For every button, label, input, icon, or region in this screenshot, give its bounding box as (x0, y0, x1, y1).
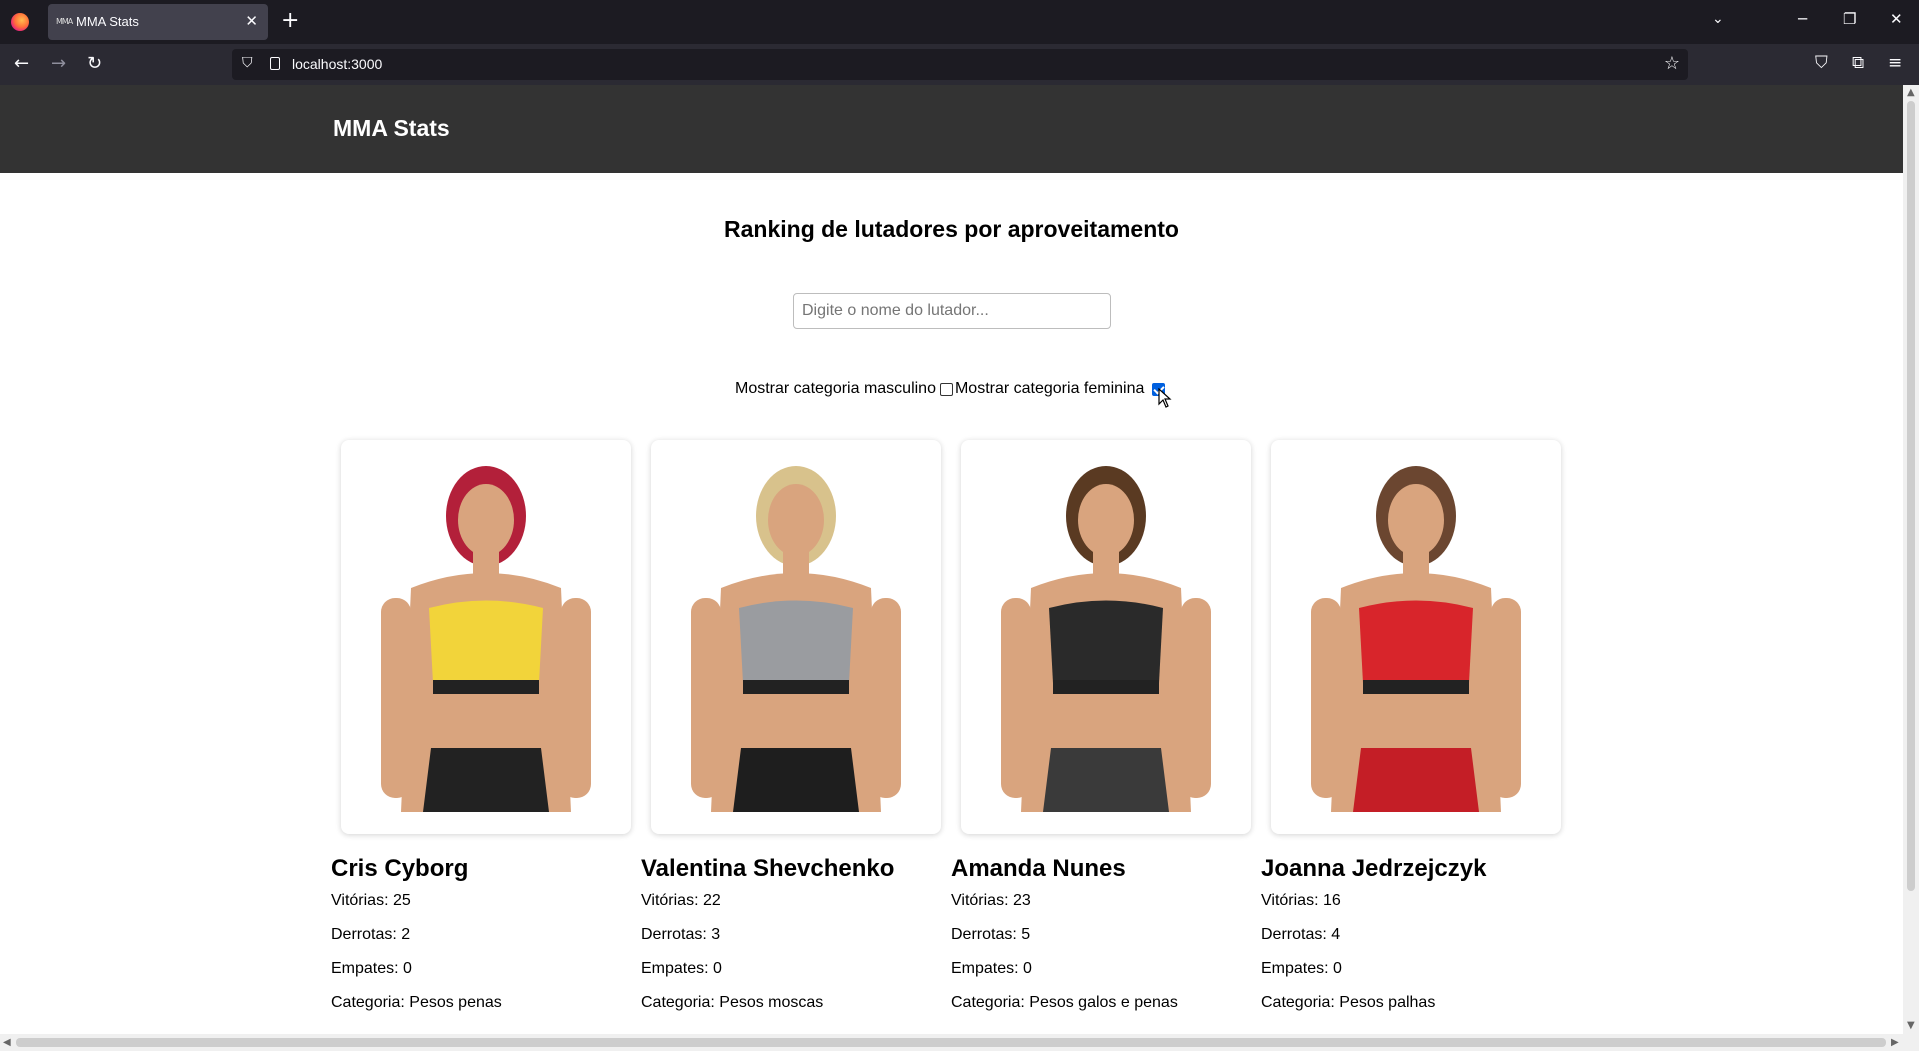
fighter-draws: Empates: 0 (951, 960, 1032, 977)
shield-icon[interactable]: ⛉ (242, 55, 253, 71)
vertical-scrollbar[interactable]: ▲ ▼ (1903, 85, 1919, 1034)
tab-close-icon[interactable]: ✕ (245, 12, 258, 30)
fighter-name: Joanna Jedrzejczyk (1261, 855, 1487, 882)
filter-female-label: Mostrar categoria feminina (954, 380, 1145, 397)
reload-icon[interactable]: ↻ (87, 54, 102, 74)
close-window-icon[interactable]: ✕ (1890, 10, 1903, 28)
fighter-name: Cris Cyborg (331, 855, 469, 882)
forward-icon[interactable]: → (51, 54, 66, 74)
fighter-draws: Empates: 0 (641, 960, 722, 977)
extensions-icon[interactable]: ⧉ (1852, 53, 1864, 73)
fighter-photo-frame (961, 440, 1251, 834)
fighter-draws: Empates: 0 (1261, 960, 1342, 977)
horizontal-scroll-thumb[interactable] (16, 1038, 1886, 1047)
page-icon (270, 57, 280, 70)
filter-male-checkbox[interactable] (939, 382, 953, 396)
fighter-losses: Derrotas: 2 (331, 926, 411, 943)
fighter-search-input[interactable] (793, 293, 1111, 329)
scroll-up-arrow-icon[interactable]: ▲ (1907, 87, 1915, 98)
fighter-losses: Derrotas: 3 (641, 926, 721, 943)
browser-tab[interactable]: MMA MMA Stats ✕ (48, 4, 268, 40)
fighter-wins: Vitórias: 16 (1261, 892, 1341, 909)
browser-nav-bar: ← → ↻ ⛉ localhost:3000 ☆ ⛉ ⧉ ≡ (0, 44, 1919, 85)
filter-male-label: Mostrar categoria masculino (735, 380, 936, 397)
new-tab-icon[interactable]: + (281, 9, 299, 33)
fighter-category: Categoria: Pesos moscas (641, 994, 824, 1011)
fighter-wins: Vitórias: 23 (951, 892, 1031, 909)
fighter-photo (691, 466, 901, 812)
fighter-name: Amanda Nunes (951, 855, 1126, 882)
fighter-category: Categoria: Pesos penas (331, 994, 502, 1011)
horizontal-scrollbar[interactable]: ◀ ▶ (0, 1034, 1919, 1051)
page-viewport: MMA Stats Ranking de lutadores por aprov… (0, 85, 1903, 1034)
tab-favicon-icon: MMA (56, 17, 73, 26)
menu-icon[interactable]: ≡ (1888, 53, 1902, 73)
back-icon[interactable]: ← (14, 54, 29, 74)
fighter-losses: Derrotas: 4 (1261, 926, 1341, 943)
fighter-photo (1311, 466, 1521, 812)
fighter-category: Categoria: Pesos palhas (1261, 994, 1436, 1011)
fighter-photo-frame (651, 440, 941, 834)
fighter-wins: Vitórias: 22 (641, 892, 721, 909)
scroll-right-arrow-icon[interactable]: ▶ (1891, 1037, 1899, 1048)
category-filters: Mostrar categoria masculino Mostrar cate… (735, 380, 1167, 398)
address-bar[interactable]: ⛉ localhost:3000 ☆ (232, 49, 1688, 80)
tab-title: MMA Stats (76, 14, 139, 29)
fighter-losses: Derrotas: 5 (951, 926, 1031, 943)
list-tabs-chevron-icon[interactable]: ⌄ (1712, 11, 1724, 27)
restore-icon[interactable]: ❐ (1843, 10, 1856, 28)
minimize-icon[interactable]: ─ (1798, 10, 1807, 28)
fighter-photo (381, 466, 591, 812)
pocket-icon[interactable]: ⛉ (1815, 53, 1828, 73)
fighter-photo-frame (1271, 440, 1561, 834)
site-header: MMA Stats (0, 85, 1903, 173)
fighter-photo (1001, 466, 1211, 812)
bookmark-star-icon[interactable]: ☆ (1664, 53, 1680, 74)
scroll-down-arrow-icon[interactable]: ▼ (1907, 1020, 1915, 1031)
fighter-name: Valentina Shevchenko (641, 855, 895, 882)
vertical-scroll-thumb[interactable] (1907, 101, 1915, 891)
scroll-left-arrow-icon[interactable]: ◀ (3, 1037, 11, 1048)
page-heading: Ranking de lutadores por aproveitamento (724, 216, 1179, 242)
fighter-draws: Empates: 0 (331, 960, 412, 977)
browser-tab-bar: MMA MMA Stats ✕ + ⌄ ─ ❐ ✕ (0, 0, 1919, 44)
firefox-logo-icon (11, 13, 29, 31)
fighter-category: Categoria: Pesos galos e penas (951, 994, 1178, 1011)
fighter-wins: Vitórias: 25 (331, 892, 411, 909)
fighter-photo-frame (341, 440, 631, 834)
url-text[interactable]: localhost:3000 (292, 56, 382, 72)
site-title[interactable]: MMA Stats (333, 115, 450, 142)
mouse-cursor-icon (1158, 388, 1172, 408)
